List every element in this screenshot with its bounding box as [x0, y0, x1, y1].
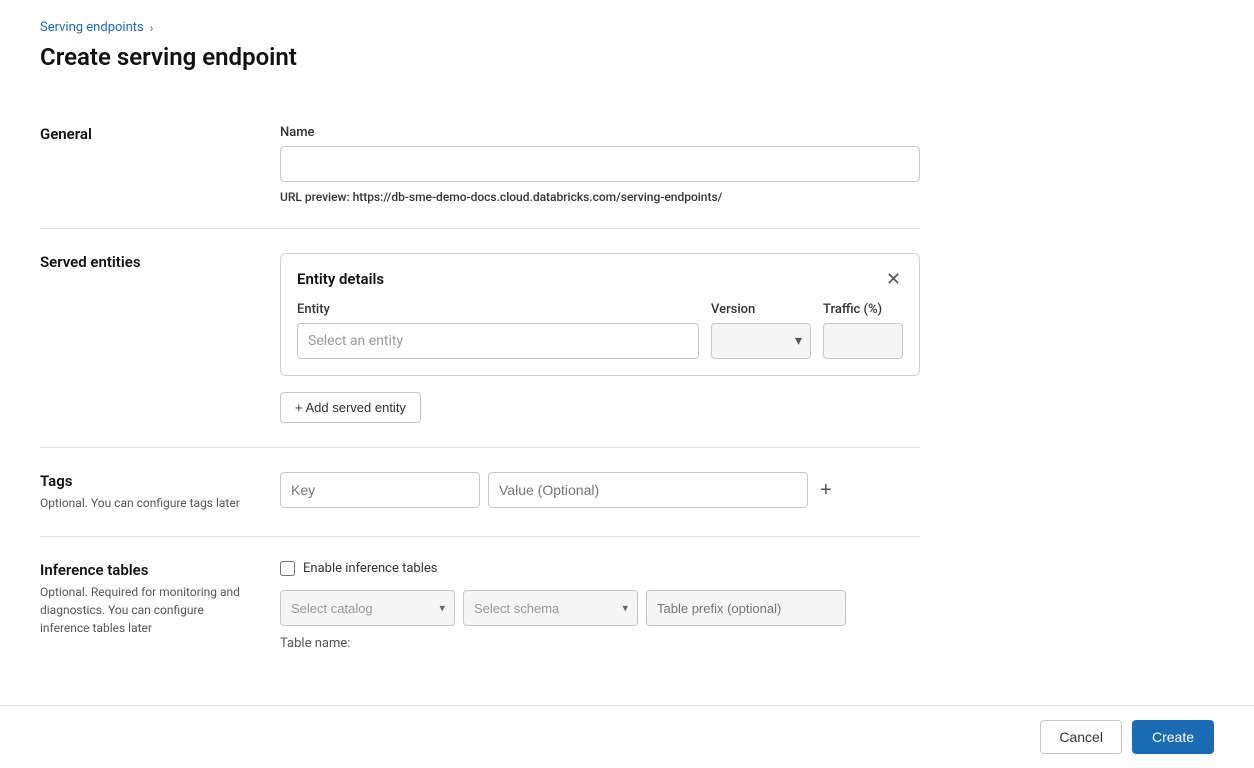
entity-field-traffic: Traffic (%) 100 — [823, 302, 903, 359]
catalog-select-wrapper: Select catalog — [280, 590, 455, 626]
table-name-label: Table name: — [280, 636, 350, 651]
inference-tables-description: Optional. Required for monitoring and di… — [40, 583, 240, 637]
entity-placeholder-text: Select an entity — [308, 333, 403, 349]
footer: Cancel Create — [0, 705, 1254, 768]
table-name-row: Table name: — [280, 636, 920, 651]
version-select[interactable]: ▾ — [711, 323, 811, 359]
breadcrumb: Serving endpoints › — [40, 20, 920, 35]
tags-section-label: Tags Optional. You can configure tags la… — [40, 472, 240, 512]
cancel-button[interactable]: Cancel — [1040, 720, 1122, 754]
entity-select[interactable]: Select an entity — [297, 323, 699, 359]
schema-select[interactable]: Select schema — [463, 590, 638, 626]
version-label: Version — [711, 302, 811, 317]
inference-tables-heading: Inference tables — [40, 561, 240, 579]
name-field-label: Name — [280, 125, 920, 140]
table-prefix-input[interactable] — [646, 590, 846, 626]
schema-select-wrapper: Select schema — [463, 590, 638, 626]
version-chevron-icon: ▾ — [795, 333, 802, 349]
general-section-label: General — [40, 125, 240, 204]
page-title: Create serving endpoint — [40, 43, 920, 71]
entity-fields: Entity Select an entity Version ▾ Tra — [297, 302, 903, 359]
tags-content: + — [280, 472, 920, 512]
served-entities-content: Entity details ✕ Entity Select an entity… — [280, 253, 920, 423]
entity-card-title: Entity details — [297, 270, 384, 288]
url-preview-label: URL preview: — [280, 190, 350, 204]
inference-fields: Select catalog Select schema — [280, 590, 920, 626]
served-entities-section-label: Served entities — [40, 253, 240, 423]
breadcrumb-link[interactable]: Serving endpoints — [40, 20, 144, 35]
inference-tables-section-label: Inference tables Optional. Required for … — [40, 561, 240, 651]
served-entities-section: Served entities Entity details ✕ Entity … — [40, 229, 920, 448]
entity-card: Entity details ✕ Entity Select an entity… — [280, 253, 920, 376]
url-preview: URL preview: https://db-sme-demo-docs.cl… — [280, 190, 920, 204]
add-tag-icon: + — [820, 479, 832, 501]
catalog-select[interactable]: Select catalog — [280, 590, 455, 626]
traffic-input[interactable]: 100 — [823, 323, 903, 359]
entity-card-header: Entity details ✕ — [297, 270, 903, 288]
tags-row: + — [280, 472, 920, 508]
url-preview-value: https://db-sme-demo-docs.cloud.databrick… — [353, 190, 723, 204]
create-button[interactable]: Create — [1132, 720, 1214, 754]
entity-card-close-button[interactable]: ✕ — [884, 270, 903, 288]
enable-inference-label[interactable]: Enable inference tables — [303, 561, 438, 576]
general-heading: General — [40, 125, 240, 143]
tags-description: Optional. You can configure tags later — [40, 494, 240, 512]
tags-heading: Tags — [40, 472, 240, 490]
tag-key-input[interactable] — [280, 472, 480, 508]
enable-inference-row: Enable inference tables — [280, 561, 920, 576]
entity-label: Entity — [297, 302, 699, 317]
entity-field-version: Version ▾ — [711, 302, 811, 359]
add-tag-button[interactable]: + — [816, 480, 836, 500]
tags-section: Tags Optional. You can configure tags la… — [40, 448, 920, 537]
name-input[interactable] — [280, 146, 920, 182]
add-entity-label: + Add served entity — [295, 400, 406, 415]
served-entities-heading: Served entities — [40, 253, 240, 271]
enable-inference-checkbox[interactable] — [280, 561, 295, 576]
general-section: General Name URL preview: https://db-sme… — [40, 101, 920, 229]
entity-field-entity: Entity Select an entity — [297, 302, 699, 359]
general-content: Name URL preview: https://db-sme-demo-do… — [280, 125, 920, 204]
breadcrumb-separator: › — [150, 21, 154, 35]
inference-tables-section: Inference tables Optional. Required for … — [40, 537, 920, 675]
traffic-label: Traffic (%) — [823, 302, 903, 317]
add-served-entity-button[interactable]: + Add served entity — [280, 392, 421, 423]
tag-value-input[interactable] — [488, 472, 808, 508]
inference-tables-content: Enable inference tables Select catalog S… — [280, 561, 920, 651]
